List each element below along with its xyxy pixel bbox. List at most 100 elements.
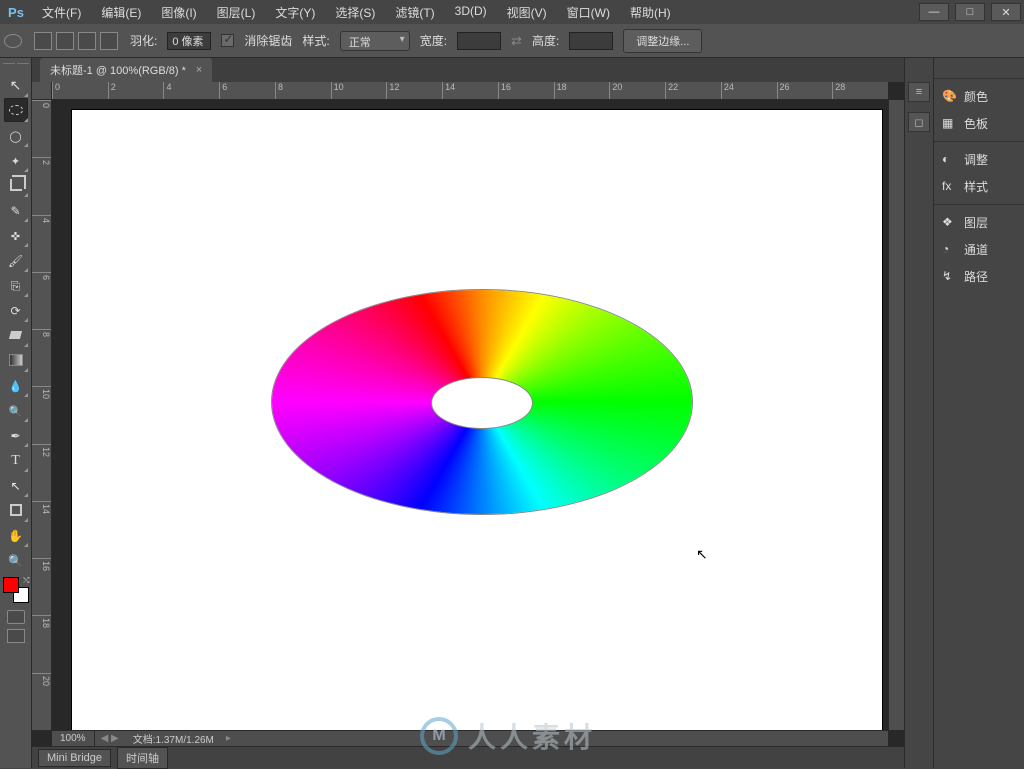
foreground-color[interactable]	[3, 577, 19, 593]
panel-adjustments[interactable]: ◐调整	[934, 146, 1024, 173]
shape-tool[interactable]	[4, 498, 28, 522]
window-controls: — □ ✕	[916, 1, 1024, 23]
pen-icon	[10, 427, 20, 443]
blur-icon	[9, 377, 23, 393]
path-select-tool[interactable]	[4, 473, 28, 497]
menu-help[interactable]: 帮助(H)	[620, 0, 681, 25]
panel-styles[interactable]: fx样式	[934, 173, 1024, 200]
quickmask-toggle[interactable]	[7, 610, 25, 624]
brush-tool[interactable]	[4, 248, 28, 272]
zoom-tool[interactable]	[4, 548, 28, 572]
panel-paths[interactable]: ↯路径	[934, 263, 1024, 290]
refine-edge-button[interactable]: 调整边缘...	[623, 29, 702, 53]
type-tool[interactable]	[4, 448, 28, 472]
collapsed-dock: ≡ ◻	[904, 58, 934, 768]
menu-image[interactable]: 图像(I)	[151, 0, 206, 25]
panel-layers[interactable]: ❖图层	[934, 209, 1024, 236]
status-bar: 100% ◀ ▶ 文档:1.37M/1.26M ▸	[52, 730, 888, 746]
sel-mode-intersect[interactable]	[100, 32, 118, 50]
dock-navigator-icon[interactable]: ◻	[908, 112, 930, 132]
zoom-icon	[8, 552, 23, 568]
wand-icon	[11, 152, 20, 168]
layers-icon: ❖	[942, 215, 958, 231]
width-input[interactable]	[457, 32, 501, 50]
disc-center-hole	[432, 378, 532, 428]
menu-edit[interactable]: 编辑(E)	[91, 0, 151, 25]
paths-icon: ↯	[942, 269, 958, 285]
lasso-tool[interactable]	[4, 123, 28, 147]
panel-group-layers: ❖图层 ◔通道 ↯路径	[934, 204, 1024, 294]
style-dropdown[interactable]: 正常	[340, 31, 410, 51]
panel-color[interactable]: 🎨颜色	[934, 83, 1024, 110]
app-logo: Ps	[0, 0, 32, 24]
panel-group-adjust: ◐调整 fx样式	[934, 141, 1024, 204]
panel-channels[interactable]: ◔通道	[934, 236, 1024, 263]
menu-filter[interactable]: 滤镜(T)	[385, 0, 444, 25]
sel-mode-new[interactable]	[34, 32, 52, 50]
dodge-tool[interactable]	[4, 398, 28, 422]
document-tabbar: 未标题-1 @ 100%(RGB/8) * ×	[32, 58, 904, 82]
rainbow-disc	[272, 290, 692, 514]
dock-histogram-icon[interactable]: ≡	[908, 82, 930, 102]
color-swatches[interactable]: ⤭	[3, 577, 29, 603]
marquee-tool[interactable]	[4, 98, 28, 122]
gradient-tool[interactable]	[4, 348, 28, 372]
canvas[interactable]: ↖	[72, 110, 882, 730]
crop-icon	[10, 179, 22, 191]
menu-select[interactable]: 选择(S)	[325, 0, 385, 25]
max-button[interactable]: □	[955, 3, 985, 21]
sel-mode-add[interactable]	[56, 32, 74, 50]
clone-tool[interactable]	[4, 273, 28, 297]
tools-grip[interactable]	[1, 62, 31, 70]
menu-window[interactable]: 窗口(W)	[557, 0, 620, 25]
menu-file[interactable]: 文件(F)	[32, 0, 91, 25]
channels-icon: ◔	[942, 242, 958, 258]
main-area: ⤭ 未标题-1 @ 100%(RGB/8) * × 02468101214161…	[0, 58, 1024, 768]
wand-tool[interactable]	[4, 148, 28, 172]
viewport[interactable]: ↖	[52, 100, 888, 730]
crop-tool[interactable]	[4, 173, 28, 197]
panel-swatches[interactable]: ▦色板	[934, 110, 1024, 137]
ruler-vertical[interactable]: 02468101214161820	[32, 100, 52, 730]
tool-preset-icon[interactable]	[4, 34, 22, 48]
pen-tool[interactable]	[4, 423, 28, 447]
zoom-level[interactable]: 100%	[52, 731, 95, 746]
doc-size[interactable]: 文档:1.37M/1.26M	[125, 731, 222, 746]
ruler-horizontal[interactable]: 0246810121416182022242628	[52, 82, 888, 100]
eraser-tool[interactable]	[4, 323, 28, 347]
eyedropper-tool[interactable]	[4, 198, 28, 222]
swatch-icon: ▦	[942, 116, 958, 132]
min-button[interactable]: —	[919, 3, 949, 21]
options-bar: 羽化: 消除锯齿 样式: 正常 宽度: ⇄ 高度: 调整边缘...	[0, 24, 1024, 58]
feather-input[interactable]	[167, 32, 211, 50]
swap-wh-icon[interactable]: ⇄	[511, 33, 522, 49]
height-input[interactable]	[569, 32, 613, 50]
tab-minibridge[interactable]: Mini Bridge	[38, 749, 111, 767]
move-tool[interactable]	[4, 73, 28, 97]
menu-layer[interactable]: 图层(L)	[207, 0, 266, 25]
tab-close-icon[interactable]: ×	[196, 64, 202, 76]
menu-view[interactable]: 视图(V)	[497, 0, 557, 25]
document-tab[interactable]: 未标题-1 @ 100%(RGB/8) * ×	[40, 58, 212, 82]
antialias-checkbox[interactable]	[221, 34, 234, 47]
scrollbar-vertical[interactable]	[888, 100, 904, 730]
sel-mode-sub[interactable]	[78, 32, 96, 50]
tab-timeline[interactable]: 时间轴	[117, 747, 168, 769]
antialias-label: 消除锯齿	[244, 32, 292, 49]
lasso-icon	[9, 127, 21, 143]
panel-group-color: 🎨颜色 ▦色板	[934, 78, 1024, 141]
rectangle-icon	[10, 504, 22, 516]
swap-colors-icon[interactable]: ⤭	[23, 576, 29, 586]
history-brush-tool[interactable]	[4, 298, 28, 322]
feather-label: 羽化:	[130, 32, 157, 49]
blur-tool[interactable]	[4, 373, 28, 397]
heal-tool[interactable]	[4, 223, 28, 247]
menu-type[interactable]: 文字(Y)	[265, 0, 325, 25]
screen-mode-toggle[interactable]	[7, 629, 25, 643]
gradient-icon	[9, 354, 23, 366]
menu-3d[interactable]: 3D(D)	[445, 0, 497, 25]
close-button[interactable]: ✕	[991, 3, 1021, 21]
palette-icon: 🎨	[942, 89, 958, 105]
titlebar: Ps 文件(F) 编辑(E) 图像(I) 图层(L) 文字(Y) 选择(S) 滤…	[0, 0, 1024, 24]
hand-tool[interactable]	[4, 523, 28, 547]
